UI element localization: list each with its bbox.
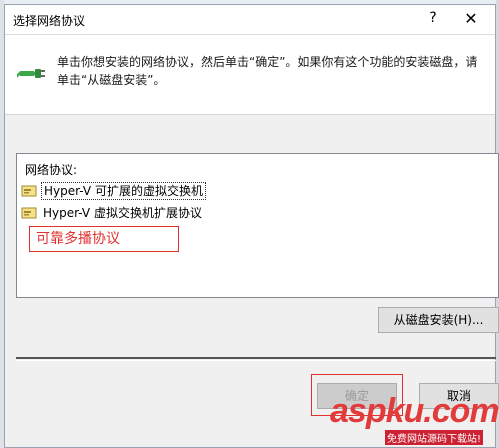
category-label: 网络协议: <box>25 163 78 177</box>
select-network-protocol-dialog: 选择网络协议 ? ✕ 单击你想安装的网络协议，然后单击“确定”。如果你有这个功能… <box>4 4 499 448</box>
help-button[interactable]: ? <box>423 10 443 26</box>
window-title: 选择网络协议 <box>13 14 86 28</box>
separator <box>16 357 496 359</box>
watermark-tagline: 免费网站源码下载站! <box>385 430 484 445</box>
protocol-icon <box>21 185 37 197</box>
separator-highlight <box>16 360 496 361</box>
annotation-box: 可靠多播协议 <box>29 226 179 252</box>
watermark: aspku.com 免费网站源码下载站! <box>330 392 499 445</box>
protocol-list[interactable]: 网络协议: Hyper-V 可扩展的虚拟交换机 Hyper-V 虚拟交换机扩展协… <box>16 153 499 298</box>
network-plug-icon <box>17 69 45 78</box>
list-item-label: Hyper-V 虚拟交换机扩展协议 <box>43 206 202 220</box>
list-item[interactable]: Hyper-V 可扩展的虚拟交换机 <box>21 182 206 200</box>
have-disk-button[interactable]: 从磁盘安装(H)... <box>378 307 499 333</box>
title-bar: 选择网络协议 ? ✕ <box>5 5 495 35</box>
close-button[interactable]: ✕ <box>453 9 489 28</box>
protocol-icon <box>21 207 37 219</box>
instruction-text: 单击你想安装的网络协议，然后单击“确定”。如果你有这个功能的安装磁盘，请单击“从… <box>57 55 478 87</box>
list-item-label: Hyper-V 可扩展的虚拟交换机 <box>41 182 206 200</box>
list-item[interactable]: Hyper-V 虚拟交换机扩展协议 <box>21 204 204 222</box>
watermark-brand: aspku.com <box>330 392 499 430</box>
instruction-header: 单击你想安装的网络协议，然后单击“确定”。如果你有这个功能的安装磁盘，请单击“从… <box>5 35 495 115</box>
